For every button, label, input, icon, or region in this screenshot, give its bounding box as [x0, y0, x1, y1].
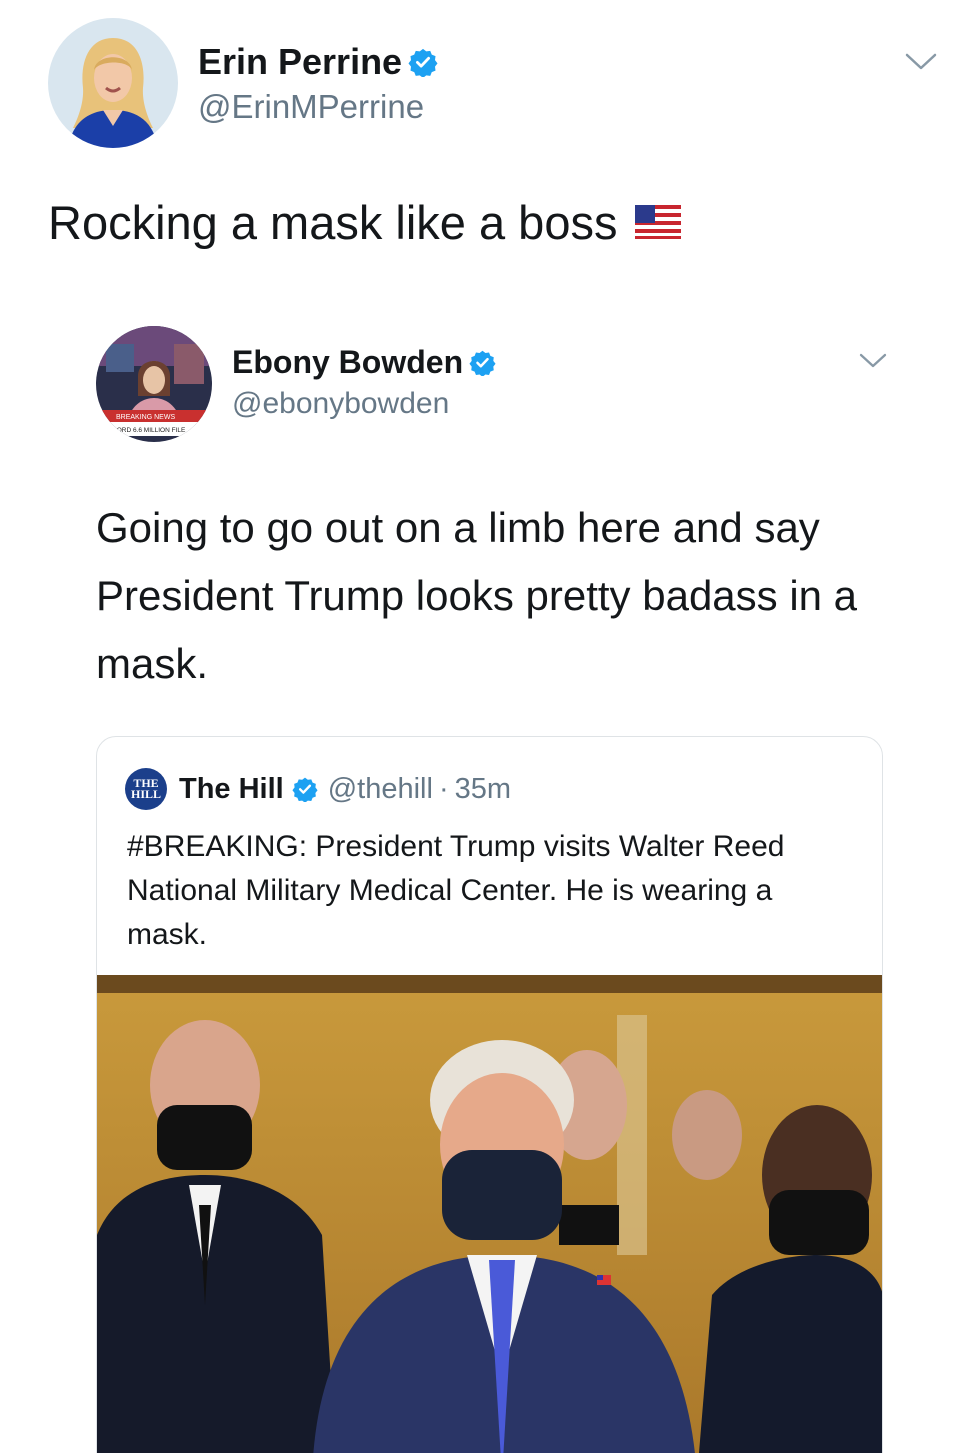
avatar-ebony-bowden[interactable]: BREAKING NEWS CORD 6.6 MILLION FILE — [96, 326, 212, 442]
verified-badge-icon — [408, 47, 438, 77]
quoted-tweet-text: Going to go out on a limb here and say P… — [96, 504, 858, 687]
avatar-erin-perrine[interactable] — [48, 18, 178, 148]
us-flag-icon — [635, 195, 682, 250]
tweet-text: Rocking a mask like a boss — [48, 195, 682, 250]
tweet-body: Rocking a mask like a boss — [48, 196, 618, 249]
verified-badge-icon — [469, 349, 496, 376]
quoted-author-display-name[interactable]: Ebony Bowden — [232, 344, 463, 381]
author-name-row: Erin Perrine — [198, 40, 438, 84]
separator-dot: · — [438, 772, 449, 805]
chevron-down-icon[interactable] — [858, 352, 888, 370]
chevron-down-icon[interactable] — [904, 52, 938, 72]
avatar-banner-text: BREAKING NEWS — [116, 414, 175, 421]
quoted-author-handle[interactable]: @ebonybowden — [232, 387, 449, 421]
verified-badge-icon — [292, 776, 318, 802]
author-handle[interactable]: @ErinMPerrine — [198, 88, 424, 126]
nested-quote-text: #BREAKING: President Trump visits Walter… — [127, 830, 785, 951]
quoted-author-name-row: Ebony Bowden — [232, 342, 496, 382]
tweet-photo[interactable] — [97, 975, 882, 1453]
nested-author-display-name[interactable]: The Hill — [179, 773, 284, 806]
timestamp[interactable]: 35m — [455, 773, 511, 806]
avatar-ticker-text: CORD 6.6 MILLION FILE — [112, 427, 186, 434]
nested-quote-card[interactable]: THE HILL The Hill @thehill · 35m #BREAKI… — [96, 736, 883, 1453]
nested-quote-header: THE HILL The Hill @thehill · 35m — [125, 768, 511, 810]
the-hill-logo: THE HILL — [125, 768, 167, 810]
nested-author-handle[interactable]: @thehill — [328, 773, 433, 806]
author-display-name[interactable]: Erin Perrine — [198, 41, 402, 83]
